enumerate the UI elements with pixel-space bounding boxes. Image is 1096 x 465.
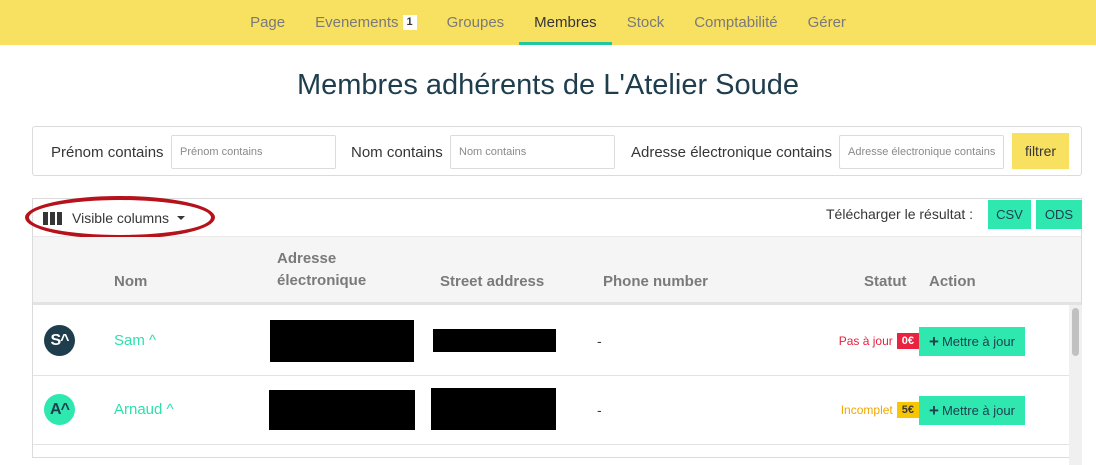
columns-icon <box>43 211 62 225</box>
column-header-action: Action <box>929 273 976 290</box>
status-amount: 5€ <box>896 402 919 418</box>
visible-columns-button[interactable]: Visible columns <box>43 207 186 229</box>
update-membership-button[interactable]: + Mettre à jour <box>919 327 1025 356</box>
csv-download-button[interactable]: CSV <box>988 200 1031 229</box>
download-label: Télécharger le résultat : <box>826 206 974 222</box>
vertical-scrollbar[interactable] <box>1069 305 1082 465</box>
nav-item-label: Comptabilité <box>694 14 778 31</box>
filter-submit-button[interactable]: filtrer <box>1012 133 1069 169</box>
redacted-email <box>270 320 414 362</box>
nav-item-label: Page <box>250 14 286 31</box>
column-header-nom[interactable]: Nom <box>114 271 147 293</box>
email-filter-label: Adresse électronique contains <box>631 144 832 161</box>
column-header-phone[interactable]: Phone number <box>603 271 708 293</box>
top-navigation: Page Evenements 1 Groupes Membres Stock C… <box>0 0 1096 45</box>
table-row: A^ Arnaud ^ - Incomplet 5€ + Mettre à jo… <box>33 376 1069 445</box>
notification-badge: 1 <box>402 15 417 30</box>
nav-item-membres[interactable]: Membres <box>519 0 612 45</box>
nav-item-gerer[interactable]: Gérer <box>793 0 861 45</box>
status-badge: Pas à jour 0€ <box>839 333 919 349</box>
nav-item-groupes[interactable]: Groupes <box>432 0 520 45</box>
plus-icon: + <box>929 332 939 351</box>
nom-filter-input[interactable] <box>450 135 615 169</box>
nav-item-label: Gérer <box>807 14 846 31</box>
members-table: Visible columns Télécharger le résultat … <box>25 196 1082 465</box>
member-name-link[interactable]: Arnaud ^ <box>114 401 174 418</box>
table-row: S^ Sam ^ - Pas à jour 0€ + Mettre à jour <box>33 307 1069 376</box>
redacted-street-address <box>433 329 556 352</box>
nav-item-page[interactable]: Page <box>235 0 300 45</box>
avatar: A^ <box>44 394 75 425</box>
column-header-statut[interactable]: Statut <box>864 271 907 293</box>
update-button-label: Mettre à jour <box>941 403 1015 418</box>
status-amount: 0€ <box>896 333 919 349</box>
status-text: Incomplet <box>840 403 893 417</box>
email-filter-input[interactable] <box>839 135 1004 169</box>
phone-number: - <box>597 402 602 418</box>
nav-item-comptabilite[interactable]: Comptabilité <box>679 0 792 45</box>
update-membership-button[interactable]: + Mettre à jour <box>919 396 1025 425</box>
column-header-email[interactable]: Adresse électronique <box>277 248 366 292</box>
update-button-label: Mettre à jour <box>941 334 1015 349</box>
column-header-email-line2: électronique <box>277 272 367 289</box>
status-text: Pas à jour <box>838 334 893 348</box>
nom-filter-label: Nom contains <box>351 144 443 161</box>
column-header-email-line1: Adresse <box>277 250 337 267</box>
nav-item-label: Stock <box>626 14 665 31</box>
member-name-link[interactable]: Sam ^ <box>114 332 156 349</box>
nav-item-label: Evenements <box>315 14 399 31</box>
nav-item-label: Membres <box>534 14 597 31</box>
redacted-street-address <box>431 388 556 430</box>
column-header-street[interactable]: Street address <box>440 271 544 293</box>
visible-columns-label: Visible columns <box>72 210 170 226</box>
prenom-filter-label: Prénom contains <box>51 144 164 161</box>
nav-item-label: Groupes <box>446 14 505 31</box>
page-title: Membres adhérents de L'Atelier Soude <box>296 69 800 101</box>
phone-number: - <box>597 333 602 349</box>
caret-down-icon <box>177 216 186 220</box>
status-badge: Incomplet 5€ <box>841 402 919 418</box>
nav-item-evenements[interactable]: Evenements 1 <box>300 0 432 45</box>
avatar: S^ <box>44 325 75 356</box>
ods-download-button[interactable]: ODS <box>1036 200 1082 229</box>
plus-icon: + <box>929 401 939 420</box>
redacted-email <box>269 390 415 430</box>
scrollbar-thumb[interactable] <box>1072 308 1079 356</box>
nav-item-stock[interactable]: Stock <box>612 0 680 45</box>
prenom-filter-input[interactable] <box>171 135 336 169</box>
filter-form: Prénom contains Nom contains Adresse éle… <box>32 126 1082 176</box>
table-toolbar: Visible columns Télécharger le résultat … <box>25 196 1082 239</box>
table-header: Nom Adresse électronique Street address … <box>33 237 1081 305</box>
